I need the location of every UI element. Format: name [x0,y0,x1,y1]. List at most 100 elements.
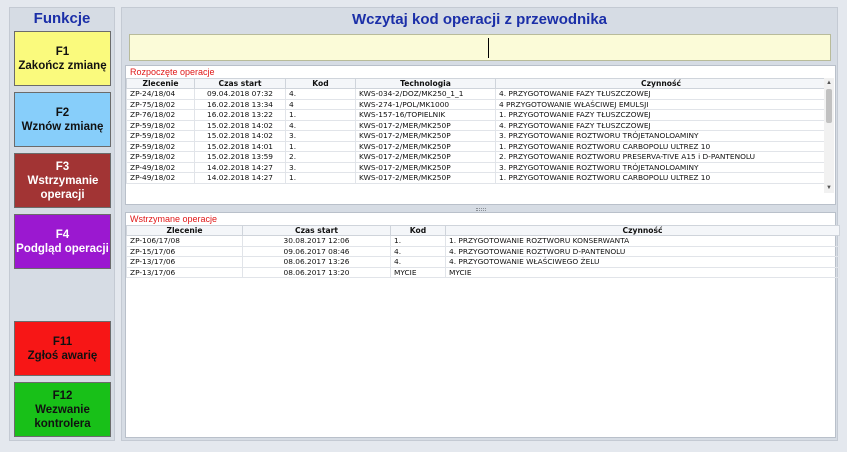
scroll-down-arrow-icon[interactable]: ▼ [824,183,834,193]
table-cell: 2. [285,151,356,163]
table-cell: 1. PRZYGOTOWANIE ROZTWORU CARBOPOLU ULTR… [495,140,827,152]
table-cell: 15.02.2018 14:01 [194,140,286,152]
started-operations-caption: Rozpoczęte operacje [130,67,215,77]
f1-action-label: Zakończ zmianę [18,59,107,72]
table-cell: 1. PRZYGOTOWANIE ROZTWORU KONSERWANTA [445,235,840,247]
f4-preview-operation-button[interactable]: F4 Podgląd operacji [14,214,111,269]
f3-action-label: Wstrzymanie operacji [27,174,99,201]
column-header[interactable]: Technologia [355,78,496,89]
table-cell: 1. [390,235,446,247]
table-cell: ZP-75/18/02 [126,98,195,110]
main-panel: Wczytaj kod operacji z przewodnika Rozpo… [121,7,840,441]
table-cell: KWS-017-2/MER/MK250P [355,151,496,163]
column-header[interactable]: Czas start [242,225,391,236]
table-row[interactable]: ZP-15/17/06 09.06.2017 08:46 4. 4. PRZYGOTO… [126,245,840,257]
f12-key-label: F12 [52,389,73,402]
started-operations-table: Zlecenie Czas start Kod Technologia Czyn… [126,78,827,184]
text-caret [488,38,489,58]
table-cell: ZP-59/18/02 [126,130,195,142]
table-cell: 09.04.2018 07:32 [194,88,286,100]
table-cell: ZP-76/18/02 [126,109,195,121]
operation-code-input[interactable] [129,34,831,61]
paused-operations-panel: Wstrzymane operacje Zlecenie Czas start … [125,212,840,438]
column-header[interactable]: Czynność [445,225,840,236]
scroll-up-arrow-icon[interactable]: ▲ [824,78,834,88]
table-cell: 1. [285,140,356,152]
f4-key-label: F4 [55,228,70,241]
table-cell: KWS-017-2/MER/MK250P [355,140,496,152]
table-cell: MYCIE [390,266,446,278]
table-header-row: Zlecenie Czas start Kod Technologia Czyn… [126,78,827,89]
table-cell: 30.08.2017 12:06 [242,235,391,247]
f2-action-label: Wznów zmianę [21,120,104,133]
functions-panel: Funkcje F1 Zakończ zmianę F2 Wznów zmian… [9,7,115,441]
table-row[interactable]: ZP-13/17/06 08.06.2017 13:20 MYCIE MYCIE [126,266,840,278]
table-cell: 4. PRZYGOTOWANIE FAZY TŁUSZCZOWEJ [495,119,827,131]
f2-key-label: F2 [55,106,70,119]
table-cell: ZP-49/18/02 [126,172,195,184]
table-cell: ZP-106/17/08 [126,235,243,247]
column-header[interactable]: Kod [390,225,446,236]
table-cell: ZP-49/18/02 [126,161,195,173]
column-header[interactable]: Zlecenie [126,78,195,89]
table-cell: 4. [390,256,446,268]
table-row[interactable]: ZP-59/18/02 15.02.2018 14:02 4. KWS-017-2/M… [126,119,827,131]
table-cell: 16.02.2018 13:34 [194,98,286,110]
table-cell: 14.02.2018 14:27 [194,172,286,184]
table-cell: 3. [285,130,356,142]
table-cell: 2. PRZYGOTOWANIE ROZTWORU PRESERVA-TIVE … [495,151,827,163]
column-header[interactable]: Zlecenie [126,225,243,236]
table-row[interactable]: ZP-49/18/02 14.02.2018 14:27 3. KWS-017-2/M… [126,161,827,173]
table-cell: 4 [285,98,356,110]
table-cell: 08.06.2017 13:20 [242,266,391,278]
table-cell: ZP-13/17/06 [126,266,243,278]
column-header[interactable]: Kod [285,78,356,89]
table-row[interactable]: ZP-59/18/02 15.02.2018 14:01 1. KWS-017-2/M… [126,140,827,152]
page-title: Wczytaj kod operacji z przewodnika [351,11,608,28]
table-cell: 16.02.2018 13:22 [194,109,286,121]
table-cell: 08.06.2017 13:26 [242,256,391,268]
table-row[interactable]: ZP-24/18/04 09.04.2018 07:32 4. KWS-034-2/D… [126,88,827,100]
f11-action-label: Zgłoś awarię [27,349,98,362]
table-cell: KWS-017-2/MER/MK250P [355,161,496,173]
f3-pause-operation-button[interactable]: F3 Wstrzymanie operacji [14,153,111,208]
started-operations-panel: Rozpoczęte operacje Zlecenie Czas start … [125,65,836,205]
f11-report-failure-button[interactable]: F11 Zgłoś awarię [14,321,111,376]
table-cell: 1. PRZYGOTOWANIE ROZTWORU CARBOPOLU ULTR… [495,172,827,184]
table-cell: 09.06.2017 08:46 [242,245,391,257]
table-cell: 4. PRZYGOTOWANIE ROZTWORU D-PANTENOLU [445,245,840,257]
f1-end-shift-button[interactable]: F1 Zakończ zmianę [14,31,111,86]
table-row[interactable]: ZP-13/17/06 08.06.2017 13:26 4. 4. PRZYGOTO… [126,256,840,268]
table-cell: 4. PRZYGOTOWANIE FAZY TŁUSZCZOWEJ [495,88,827,100]
table-cell: 15.02.2018 13:59 [194,151,286,163]
table-cell: ZP-24/18/04 [126,88,195,100]
table-row[interactable]: ZP-76/18/02 16.02.2018 13:22 1. KWS-157-16/… [126,109,827,121]
table-cell: KWS-017-2/MER/MK250P [355,130,496,142]
column-header[interactable]: Czas start [194,78,286,89]
scroll-thumb[interactable] [826,89,832,123]
table-cell: 3. [285,161,356,173]
table-cell: 4 PRZYGOTOWANIE WŁAŚCIWEJ EMULSJI [495,98,827,110]
f12-call-controller-button[interactable]: F12 Wezwanie kontrolera [14,382,111,437]
f11-key-label: F11 [52,335,73,348]
table-cell: ZP-13/17/06 [126,256,243,268]
started-vertical-scrollbar[interactable]: ▲ ▼ [824,78,834,193]
splitter-grip-icon[interactable] [476,208,486,211]
table-cell: 4. [390,245,446,257]
functions-title: Funkcje [33,10,91,27]
f2-resume-shift-button[interactable]: F2 Wznów zmianę [14,92,111,147]
table-cell: KWS-034-2/DOZ/MK250_1_1 [355,88,496,100]
table-row[interactable]: ZP-59/18/02 15.02.2018 13:59 2. KWS-017-2/M… [126,151,827,163]
table-row[interactable]: ZP-59/18/02 15.02.2018 14:02 3. KWS-017-2/M… [126,130,827,142]
table-row[interactable]: ZP-75/18/02 16.02.2018 13:34 4 KWS-274-1/PO… [126,98,827,110]
table-cell: 15.02.2018 14:02 [194,119,286,131]
table-row[interactable]: ZP-106/17/08 30.08.2017 12:06 1. 1. PRZYGOT… [126,235,840,247]
table-cell: 15.02.2018 14:02 [194,130,286,142]
table-cell: 1. [285,172,356,184]
column-header[interactable]: Czynność [495,78,827,89]
table-cell: ZP-59/18/02 [126,119,195,131]
table-cell: KWS-017-2/MER/MK250P [355,172,496,184]
f4-action-label: Podgląd operacji [16,242,109,255]
table-row[interactable]: ZP-49/18/02 14.02.2018 14:27 1. KWS-017-2/M… [126,172,827,184]
table-cell: 3. PRZYGOTOWANIE ROZTWORU TRÓJETANOLOAMI… [495,130,827,142]
